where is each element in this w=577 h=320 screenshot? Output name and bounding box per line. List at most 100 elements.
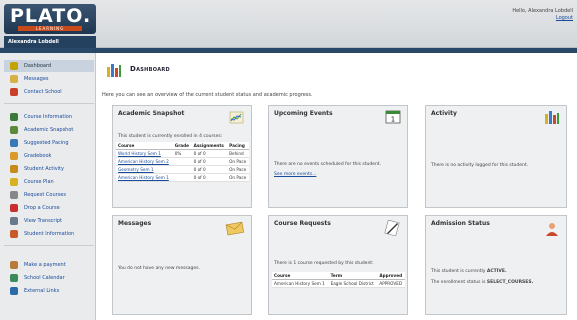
table-row: Geometry Sem 1 0 of 0 On Pace	[116, 165, 249, 174]
no-activity-text: There is no activity logged for this stu…	[431, 163, 529, 168]
messages-panel: Messages You do not have any new message…	[112, 215, 252, 315]
col-pacing: Pacing	[227, 142, 249, 150]
sidebar-item-messages[interactable]: Messages	[4, 73, 94, 85]
requests-summary-text: There is 1 course requested by this stud…	[274, 261, 374, 266]
sidebar-divider	[4, 103, 94, 104]
course-link[interactable]: Geometry Sem 1	[116, 165, 173, 174]
overview-text: Here you can see an overview of the curr…	[102, 92, 313, 98]
chart-icon	[229, 111, 244, 124]
course-cell: American History Sem 1	[272, 279, 329, 288]
header: PLATO. LEARNING Alexandra Lobdell Hello,…	[0, 0, 577, 48]
sidebar-item-label: Course Information	[24, 114, 72, 120]
sidebar-item-label: Academic Snapshot	[24, 127, 74, 133]
table-row: American History Sem 1 0 of 0 On Pace	[116, 173, 249, 182]
status-value: ACTIVE.	[486, 269, 507, 274]
sidebar-item-suggested-pacing[interactable]: Suggested Pacing	[4, 137, 94, 149]
col-course: Course	[272, 272, 329, 280]
col-term: Term	[328, 272, 378, 280]
grade-cell: 0%	[172, 149, 192, 158]
sidebar-divider	[4, 245, 94, 246]
sidebar-item-label: Make a payment	[24, 262, 66, 268]
sidebar-item-course-plan[interactable]: Course Plan	[4, 176, 94, 188]
pacing-cell: On Pace	[227, 165, 249, 174]
sidebar-item-school-calendar[interactable]: School Calendar	[4, 272, 94, 284]
lifebuoy-icon	[10, 88, 18, 96]
sidebar-item-label: School Calendar	[24, 275, 65, 281]
greeting-text: Hello, Alexandra Lobdell	[512, 8, 573, 14]
no-messages-text: You do not have any new messages.	[118, 266, 200, 271]
logout-link[interactable]: Logout	[556, 15, 573, 21]
sidebar-item-label: Contact School	[24, 89, 62, 95]
requests-table: Course Term Approved American History Se…	[272, 272, 405, 288]
panel-title: Course Requests	[274, 220, 331, 227]
sidebar-item-contact-school[interactable]: Contact School	[4, 86, 94, 98]
dashboard-icon	[107, 64, 121, 77]
panel-title: Admission Status	[431, 220, 490, 227]
sidebar-item-academic-snapshot[interactable]: Academic Snapshot	[4, 124, 94, 136]
sidebar-item-request-courses[interactable]: Request Courses	[4, 189, 94, 201]
assignments-cell: 0 of 0	[191, 173, 228, 182]
logo-subtext: LEARNING	[18, 26, 82, 31]
status-prefix: This student is currently	[431, 269, 486, 274]
sidebar-item-label: External Links	[24, 288, 60, 294]
pacing-cell: On Pace	[227, 157, 249, 166]
active-status-text: This student is currently ACTIVE.	[431, 269, 507, 274]
see-more-events-link[interactable]: See more events...	[274, 172, 316, 177]
calendar-icon: 1	[385, 110, 401, 124]
enrolled-text: This student is currently enrolled in 4 …	[118, 134, 223, 139]
sidebar-item-student-activity[interactable]: Student Activity	[4, 163, 94, 175]
transcript-icon	[10, 217, 18, 225]
sidebar-item-gradebook[interactable]: Gradebook	[4, 150, 94, 162]
plan-icon	[10, 178, 18, 186]
assignments-cell: 0 of 0	[191, 157, 228, 166]
sidebar-item-label: Gradebook	[24, 153, 52, 159]
approved-cell: APPROVED	[377, 279, 405, 288]
sidebar-item-view-transcript[interactable]: View Transcript	[4, 215, 94, 227]
sidebar-item-drop-a-course[interactable]: Drop a Course	[4, 202, 94, 214]
globe-icon	[10, 287, 18, 295]
enrollment-value: SELECT_COURSES.	[486, 280, 534, 285]
sidebar-item-dashboard[interactable]: Dashboard	[4, 60, 94, 72]
admission-status-panel: Admission Status This student is current…	[425, 215, 567, 315]
panel-title: Messages	[118, 220, 152, 227]
col-assignments: Assignments	[191, 142, 228, 150]
course-link[interactable]: World History Sem 1	[116, 149, 173, 158]
dashboard-icon	[10, 62, 18, 70]
pacing-icon	[10, 139, 18, 147]
pacing-cell: Behind	[227, 149, 249, 158]
chart-icon	[10, 126, 18, 134]
pacing-cell: On Pace	[227, 173, 249, 182]
plato-logo[interactable]: PLATO. LEARNING	[4, 4, 96, 34]
username-label: Alexandra Lobdell	[4, 36, 96, 48]
col-grade: Grade	[172, 142, 192, 150]
drop-icon	[10, 204, 18, 212]
sidebar-item-student-information[interactable]: Student Information	[4, 228, 94, 240]
table-row: World History Sem 1 0% 0 of 0 Behind	[116, 149, 249, 158]
calendar-icon	[10, 274, 18, 282]
document-pen-icon	[384, 220, 400, 236]
sidebar-item-label: Request Courses	[24, 192, 66, 198]
col-course: Course	[116, 142, 173, 150]
logo-text: PLATO.	[10, 5, 92, 27]
sidebar-item-external-links[interactable]: External Links	[4, 285, 94, 297]
sidebar-item-course-information[interactable]: Course Information	[4, 111, 94, 123]
sidebar-item-make-a-payment[interactable]: Make a payment	[4, 259, 94, 271]
course-link[interactable]: American History Sem 1	[116, 173, 173, 182]
table-row: American History Sem 2 0 of 0 On Pace	[116, 157, 249, 166]
panel-title: Academic Snapshot	[118, 110, 185, 117]
academic-snapshot-panel: Academic Snapshot This student is curren…	[112, 105, 252, 208]
sidebar-item-label: Messages	[24, 76, 49, 82]
gradebook-icon	[10, 152, 18, 160]
assignments-cell: 0 of 0	[191, 165, 228, 174]
sidebar: Dashboard Messages Contact School Course In…	[0, 53, 96, 320]
enrollment-prefix: The enrollment status is	[431, 280, 486, 285]
table-row: American History Sem 1 Eagle School Dist…	[272, 279, 405, 288]
sidebar-item-label: View Transcript	[24, 218, 62, 224]
books-icon	[10, 113, 18, 121]
payment-icon	[10, 261, 18, 269]
upcoming-events-panel: Upcoming Events 1 There are no events sc…	[268, 105, 408, 208]
assignments-cell: 0 of 0	[191, 149, 228, 158]
course-link[interactable]: American History Sem 2	[116, 157, 173, 166]
term-cell: Eagle School District	[328, 279, 378, 288]
sidebar-item-label: Course Plan	[24, 179, 54, 185]
